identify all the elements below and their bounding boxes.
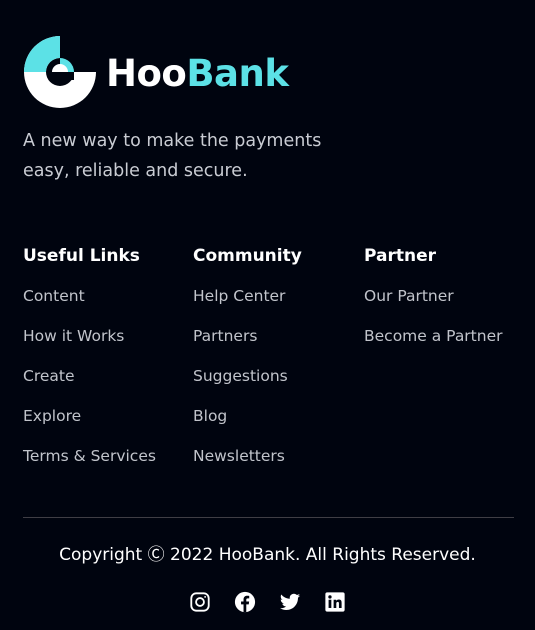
footer-link-how-it-works[interactable]: How it Works — [23, 324, 156, 348]
column-title: Useful Links — [23, 246, 140, 266]
footer-link-partners[interactable]: Partners — [193, 324, 302, 348]
footer-link-newsletters[interactable]: Newsletters — [193, 444, 302, 468]
brand-name-hoo: Hoo — [106, 51, 187, 95]
brand-name: HooBank — [106, 51, 289, 95]
tagline: A new way to make the payments easy, rel… — [23, 131, 322, 181]
footer-link-help-center[interactable]: Help Center — [193, 284, 302, 308]
social-links — [0, 591, 535, 613]
facebook-icon[interactable] — [234, 591, 256, 613]
footer-link-content[interactable]: Content — [23, 284, 156, 308]
footer-column-useful-links: Useful Links Content How it Works Create… — [23, 244, 156, 484]
footer-column-partner: Partner Our Partner Become a Partner — [364, 244, 503, 364]
footer-link-explore[interactable]: Explore — [23, 404, 156, 428]
column-title: Partner — [364, 246, 437, 266]
column-title: Community — [193, 246, 302, 266]
instagram-icon[interactable] — [189, 591, 211, 613]
footer-link-become-partner[interactable]: Become a Partner — [364, 324, 503, 348]
footer-column-community: Community Help Center Partners Suggestio… — [193, 244, 302, 484]
footer-divider — [23, 517, 514, 518]
footer-link-blog[interactable]: Blog — [193, 404, 302, 428]
copyright-text: Copyright Ⓒ 2022 HooBank. All Rights Res… — [59, 545, 476, 565]
hoobank-logo-icon — [24, 36, 96, 108]
footer-link-terms-services[interactable]: Terms & Services — [23, 444, 156, 468]
footer-link-create[interactable]: Create — [23, 364, 156, 388]
linkedin-icon[interactable] — [324, 591, 346, 613]
twitter-icon[interactable] — [279, 591, 301, 613]
footer-link-our-partner[interactable]: Our Partner — [364, 284, 503, 308]
footer-link-suggestions[interactable]: Suggestions — [193, 364, 302, 388]
site-footer: HooBank A new way to make the payments e… — [0, 0, 535, 630]
brand-name-bank: Bank — [186, 51, 289, 95]
brand-logo[interactable]: HooBank — [24, 36, 289, 108]
